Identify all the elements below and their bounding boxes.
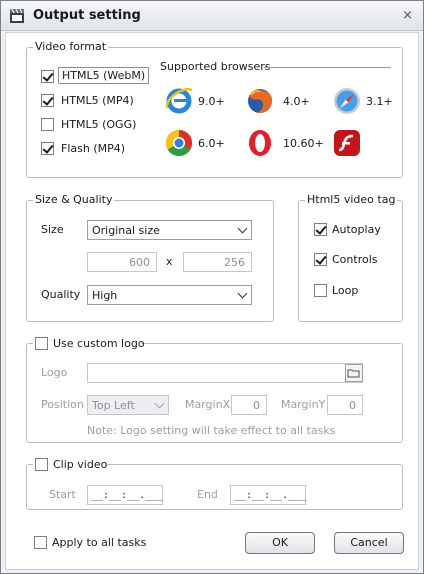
position-select-value: Top Left bbox=[92, 399, 135, 412]
quality-select[interactable]: High bbox=[87, 285, 252, 305]
ie-version: 9.0+ bbox=[198, 95, 225, 108]
internet-explorer-icon bbox=[165, 87, 193, 114]
dialog-body: Video format HTML5 (WebM) HTML5 (MP4) HT… bbox=[5, 32, 419, 570]
app-icon bbox=[10, 8, 24, 23]
chrome-icon bbox=[165, 129, 193, 157]
ogg-label[interactable]: HTML5 (OGG) bbox=[61, 118, 136, 131]
autoplay-label[interactable]: Autoplay bbox=[332, 223, 381, 236]
custom-logo-label[interactable]: Use custom logo bbox=[53, 337, 145, 350]
marginx-input[interactable]: 0 bbox=[231, 395, 267, 415]
size-select-value: Original size bbox=[92, 224, 160, 237]
marginx-label: MarginX bbox=[185, 398, 231, 411]
safari-icon bbox=[334, 88, 360, 114]
end-time-input[interactable]: __:__:__.___ bbox=[230, 485, 306, 505]
cancel-button[interactable]: Cancel bbox=[334, 532, 404, 554]
clip-video-checkbox[interactable] bbox=[35, 458, 48, 471]
mp4-label[interactable]: HTML5 (MP4) bbox=[61, 94, 134, 107]
video-format-legend: Video format bbox=[33, 40, 109, 53]
output-setting-dialog: Output setting × Video format HTML5 (Web… bbox=[0, 0, 424, 574]
flash-player-icon bbox=[334, 130, 360, 156]
clip-video-label[interactable]: Clip video bbox=[53, 458, 107, 471]
opera-icon bbox=[249, 130, 271, 156]
firefox-icon bbox=[248, 89, 273, 114]
supported-browsers-label: Supported browsers bbox=[160, 60, 271, 73]
chevron-down-icon bbox=[237, 288, 248, 299]
webm-checkbox[interactable] bbox=[41, 70, 54, 83]
webm-label[interactable]: HTML5 (WebM) bbox=[58, 67, 150, 84]
position-select[interactable]: Top Left bbox=[87, 395, 169, 415]
video-format-group: Video format HTML5 (WebM) HTML5 (MP4) HT… bbox=[26, 40, 403, 178]
ogg-checkbox[interactable] bbox=[41, 118, 54, 131]
custom-logo-checkbox[interactable] bbox=[35, 337, 48, 350]
size-select[interactable]: Original size bbox=[87, 220, 252, 240]
quality-label: Quality bbox=[41, 288, 81, 301]
flash-label[interactable]: Flash (MP4) bbox=[61, 142, 125, 155]
size-label: Size bbox=[41, 223, 64, 236]
start-time-input[interactable]: __:__:__.___ bbox=[87, 485, 163, 505]
clip-video-group: Clip video Start __:__:__.___ End __:__:… bbox=[26, 457, 403, 510]
ok-button[interactable]: OK bbox=[245, 532, 315, 554]
chevron-down-icon bbox=[154, 398, 165, 409]
marginy-label: MarginY bbox=[281, 398, 326, 411]
size-quality-group: Size & Quality Size Original size 600 x … bbox=[26, 193, 274, 322]
safari-version: 3.1+ bbox=[366, 95, 393, 108]
loop-checkbox[interactable] bbox=[314, 284, 327, 297]
mp4-checkbox[interactable] bbox=[41, 94, 54, 107]
flash-checkbox[interactable] bbox=[41, 142, 54, 155]
logo-path-input[interactable] bbox=[87, 363, 363, 383]
size-x-label: x bbox=[166, 255, 173, 268]
height-input[interactable]: 256 bbox=[183, 252, 252, 272]
html5-video-tag-group: Html5 video tag Autoplay Controls Loop bbox=[298, 193, 403, 322]
end-label: End bbox=[197, 488, 218, 501]
logo-label: Logo bbox=[41, 366, 68, 379]
html5-tag-legend: Html5 video tag bbox=[305, 193, 398, 206]
dialog-title: Output setting bbox=[33, 8, 141, 23]
apply-all-label[interactable]: Apply to all tasks bbox=[52, 536, 146, 549]
position-label: Position bbox=[41, 398, 84, 411]
quality-select-value: High bbox=[92, 289, 118, 302]
close-icon[interactable]: × bbox=[402, 8, 413, 23]
size-quality-legend: Size & Quality bbox=[33, 193, 115, 206]
browsers-divider bbox=[264, 67, 391, 68]
chevron-down-icon bbox=[237, 223, 248, 234]
loop-label[interactable]: Loop bbox=[332, 284, 358, 297]
controls-checkbox[interactable] bbox=[314, 253, 327, 266]
logo-note: Note: Logo setting will take effect to a… bbox=[87, 424, 336, 437]
folder-icon bbox=[347, 369, 360, 378]
custom-logo-group: Use custom logo Logo Position Top Left M… bbox=[26, 336, 403, 443]
title-bar[interactable]: Output setting × bbox=[1, 1, 423, 31]
browse-logo-button[interactable] bbox=[345, 364, 363, 382]
start-label: Start bbox=[49, 488, 76, 501]
opera-version: 10.60+ bbox=[283, 137, 324, 150]
width-input[interactable]: 600 bbox=[87, 252, 157, 272]
marginy-input[interactable]: 0 bbox=[327, 395, 363, 415]
firefox-version: 4.0+ bbox=[283, 95, 310, 108]
apply-all-checkbox[interactable] bbox=[34, 536, 47, 549]
autoplay-checkbox[interactable] bbox=[314, 223, 327, 236]
controls-label[interactable]: Controls bbox=[332, 253, 378, 266]
chrome-version: 6.0+ bbox=[198, 137, 225, 150]
